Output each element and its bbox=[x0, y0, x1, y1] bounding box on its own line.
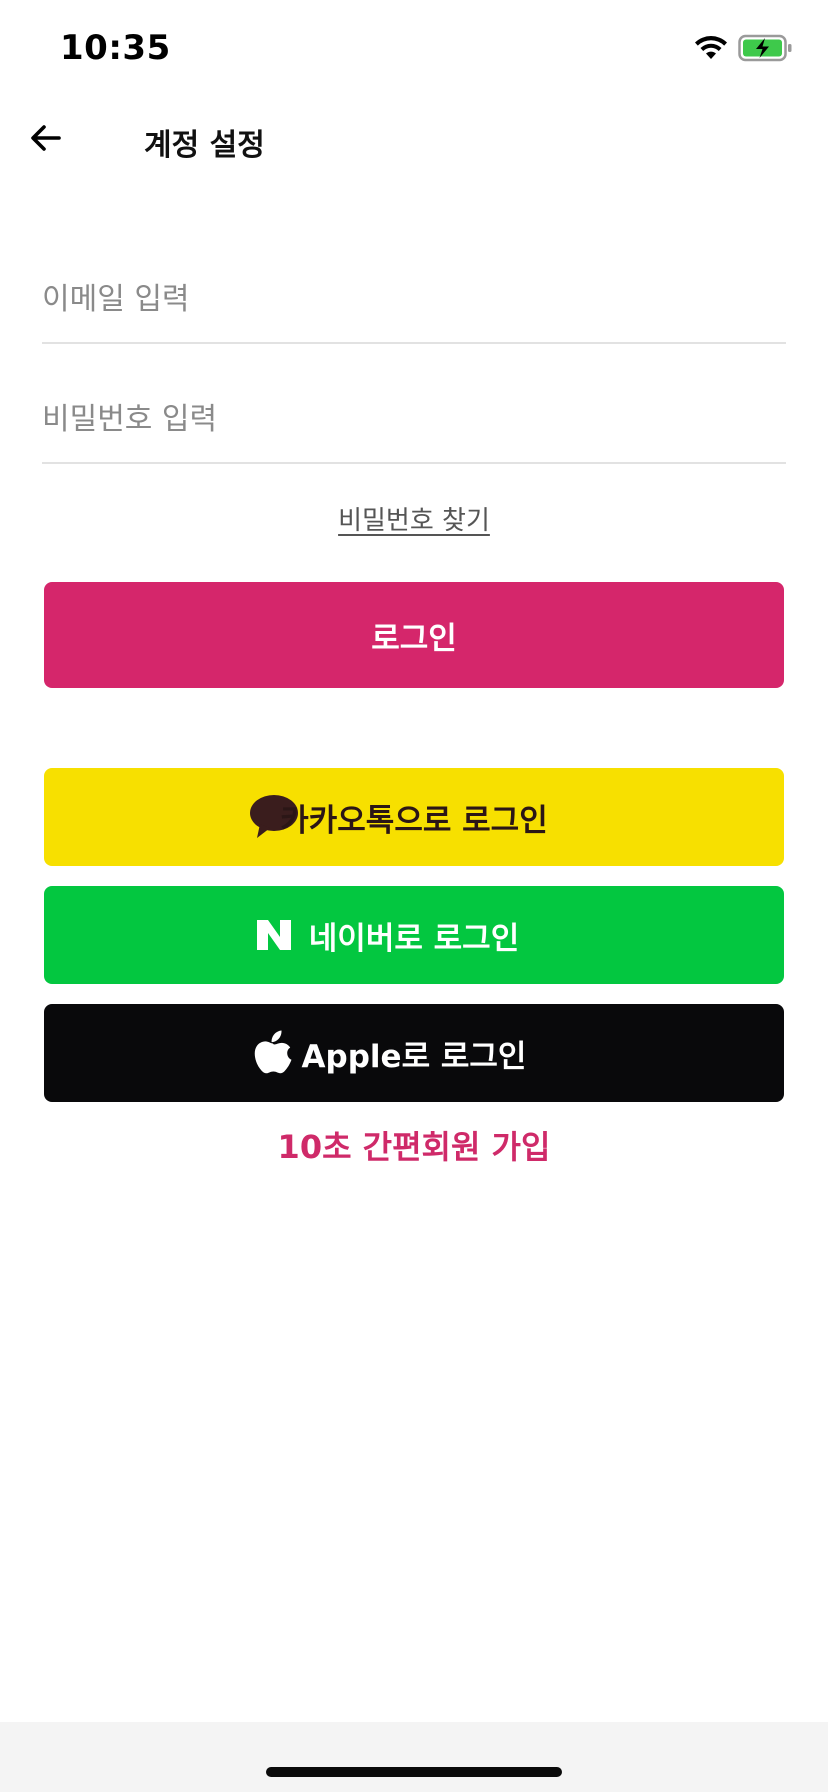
signup-link[interactable]: 10초 간편회원 가입 bbox=[278, 1128, 551, 1166]
email-input[interactable] bbox=[42, 274, 786, 324]
password-field-container bbox=[42, 362, 786, 464]
password-input[interactable] bbox=[42, 394, 786, 444]
signup-row: 10초 간편회원 가입 bbox=[0, 1122, 828, 1168]
status-bar: 10:35 bbox=[0, 0, 828, 100]
apple-login-label: Apple로 로그인 bbox=[301, 1038, 527, 1075]
login-button-label: 로그인 bbox=[371, 620, 457, 657]
find-password-link[interactable]: 비밀번호 찾기 bbox=[338, 506, 490, 536]
login-button[interactable]: 로그인 bbox=[44, 582, 784, 688]
naver-login-button[interactable]: 네이버로 로그인 bbox=[44, 886, 784, 984]
back-button[interactable] bbox=[26, 118, 66, 162]
find-password-row: 비밀번호 찾기 bbox=[0, 500, 828, 537]
kakao-login-button[interactable]: 카카오톡으로 로그인 bbox=[44, 768, 784, 866]
nav-bar: 계정 설정 bbox=[0, 100, 828, 180]
home-indicator-area bbox=[0, 1722, 828, 1792]
kakao-login-label: 카카오톡으로 로그인 bbox=[280, 802, 548, 839]
page-title: 계정 설정 bbox=[144, 128, 265, 163]
apple-login-button[interactable]: Apple로 로그인 bbox=[44, 1004, 784, 1102]
battery-charging-icon bbox=[738, 34, 794, 66]
email-field-container bbox=[42, 242, 786, 344]
naver-login-label: 네이버로 로그인 bbox=[308, 920, 520, 957]
arrow-left-icon bbox=[30, 124, 62, 156]
status-icons bbox=[694, 34, 794, 66]
home-indicator[interactable] bbox=[266, 1767, 562, 1777]
wifi-icon bbox=[694, 35, 728, 65]
status-time: 10:35 bbox=[60, 28, 171, 68]
